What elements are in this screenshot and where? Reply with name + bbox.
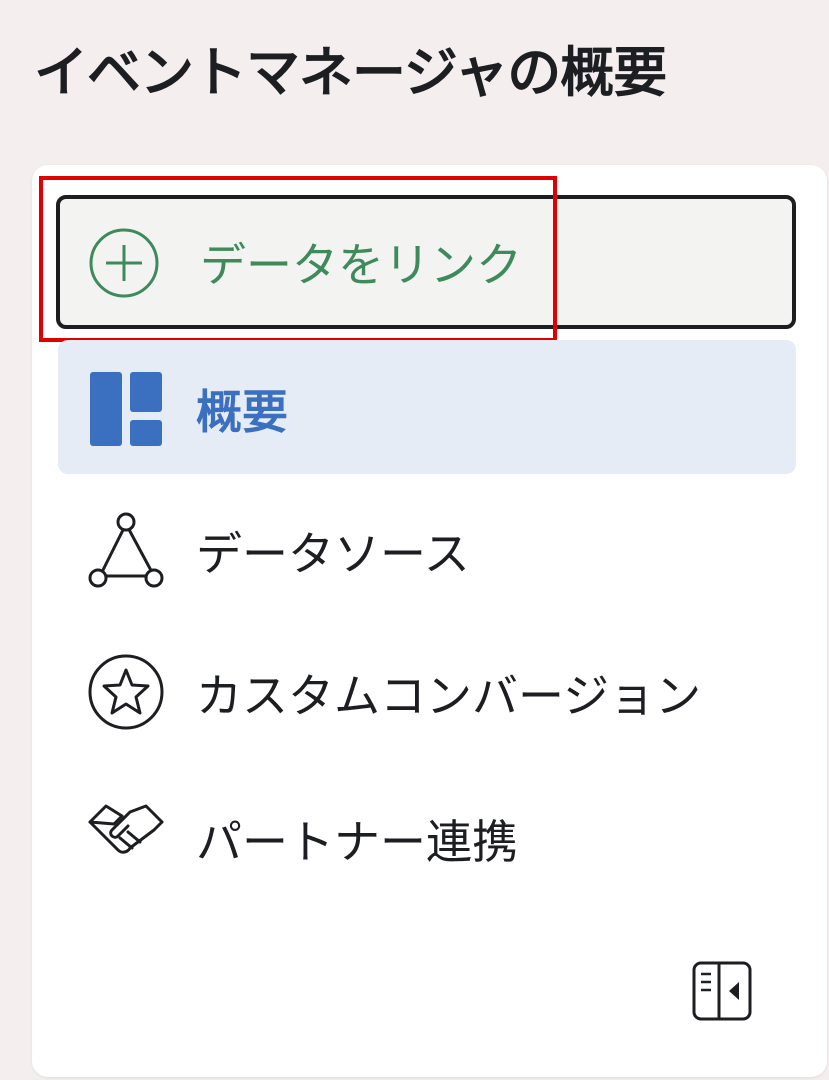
plus-circle-icon <box>89 228 159 298</box>
sidebar-item-label: データソース <box>196 527 470 581</box>
overview-grid-icon <box>90 372 162 446</box>
page-title: イベントマネージャの概要 <box>34 41 667 104</box>
sidebar-item-label: カスタムコンバージョン <box>196 669 702 723</box>
link-data-button[interactable]: データをリンク <box>56 195 796 329</box>
collapse-sidebar-icon[interactable] <box>689 958 755 1024</box>
sidebar-item-partner-integrations[interactable]: パートナー連携 <box>58 764 796 898</box>
handshake-icon <box>88 804 164 854</box>
sidebar-item-label: 概要 <box>196 385 288 439</box>
sidebar-item-data-sources[interactable]: データソース <box>58 482 796 616</box>
data-sources-icon <box>88 512 164 588</box>
sidebar-item-label: パートナー連携 <box>196 815 518 869</box>
link-data-label: データをリンク <box>200 238 522 292</box>
sidebar-item-custom-conversions[interactable]: カスタムコンバージョン <box>58 622 796 756</box>
star-badge-icon <box>88 654 164 730</box>
sidebar-item-overview[interactable]: 概要 <box>58 340 796 474</box>
